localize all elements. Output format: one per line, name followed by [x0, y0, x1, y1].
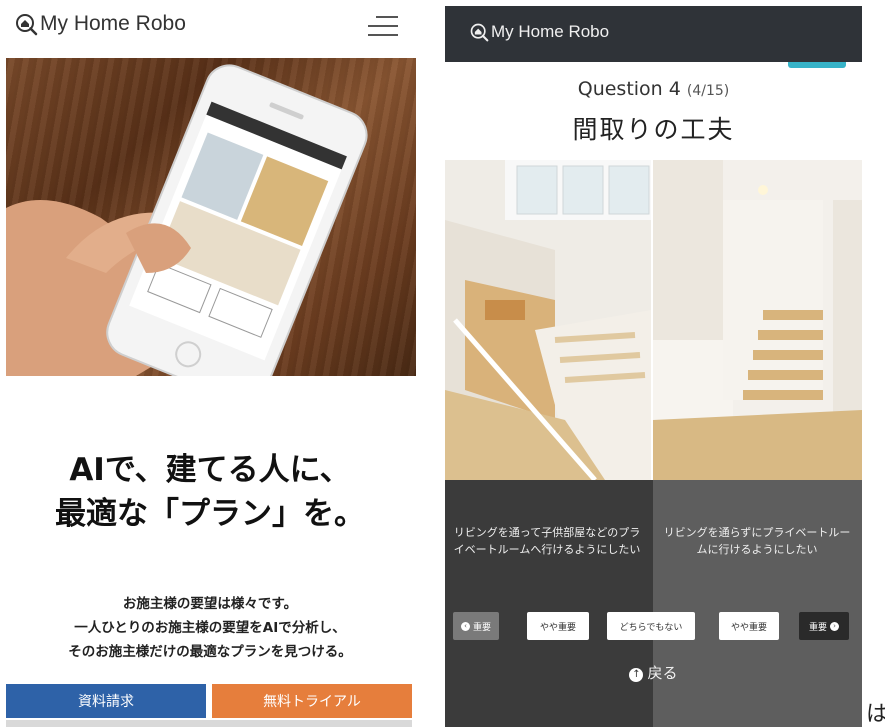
scale-somewhat-b-button[interactable]: やや重要 — [719, 612, 779, 640]
hero-image — [6, 58, 416, 376]
scale-important-b-button[interactable]: 重要 › — [799, 612, 849, 640]
question-label: Question 4 — [577, 78, 681, 100]
site-header: My Home Robo — [0, 0, 420, 56]
option-a-panel[interactable] — [445, 480, 653, 727]
brand-name: My Home Robo — [40, 12, 186, 35]
free-trial-button[interactable]: 無料トライアル — [212, 684, 412, 718]
preference-scale: ‹ 重要 やや重要 どちらでもない やや重要 重要 › — [445, 612, 862, 642]
headline-line-2: 最適な「プラン」を。 — [55, 496, 365, 532]
headline-line-1: AIで、建てる人に、 — [69, 452, 351, 488]
brand-logo[interactable]: My Home Robo — [14, 12, 186, 36]
back-label: 戻る — [647, 664, 678, 682]
desc-line-3: そのお施主様だけの最適なプランを見つける。 — [68, 644, 352, 660]
chevron-right-icon: › — [830, 621, 839, 631]
screenshot-stage: My Home Robo AIで、建てる人に、 最適な「プラン」を。 お施主様の… — [0, 0, 885, 727]
scale-neutral-button[interactable]: どちらでもない — [607, 612, 695, 640]
menu-icon[interactable] — [368, 14, 398, 38]
horizontal-scrollbar[interactable] — [6, 720, 412, 727]
phone-in-hand-illustration — [6, 64, 368, 376]
scale-label: やや重要 — [730, 622, 767, 633]
question-title: Question 4 (4/15) — [445, 78, 862, 100]
staircase-hallway-image — [653, 160, 862, 480]
app-header: My Home Robo — [445, 6, 862, 62]
scale-label: 重要 — [472, 622, 491, 633]
desc-line-2: 一人ひとりのお施主様の要望をAIで分析し、 — [74, 620, 346, 636]
cta-row: 資料請求 無料トライアル — [6, 684, 412, 718]
option-b-photo[interactable] — [653, 160, 862, 480]
option-b-text: リビングを通らずにプライベートルームに行けるようにしたい — [663, 526, 851, 556]
option-b-panel[interactable] — [653, 480, 862, 727]
stray-character: は — [866, 702, 885, 727]
house-magnifier-icon — [16, 14, 38, 36]
landing-screen: My Home Robo AIで、建てる人に、 最適な「プラン」を。 お施主様の… — [0, 0, 420, 727]
arrow-up-icon: ↑ — [629, 668, 644, 682]
scale-important-a-button[interactable]: ‹ 重要 — [453, 612, 499, 640]
scale-somewhat-a-button[interactable]: やや重要 — [527, 612, 589, 640]
house-magnifier-icon — [470, 23, 489, 42]
brand-name: My Home Robo — [491, 22, 610, 41]
question-screen: My Home Robo Question 4 (4/15) 間取りの工夫 リビ… — [445, 6, 862, 727]
question-progress: (4/15) — [686, 83, 730, 99]
desc-line-1: お施主様の要望は様々です。 — [122, 596, 298, 612]
brand-logo[interactable]: My Home Robo — [469, 22, 609, 42]
request-materials-button[interactable]: 資料請求 — [6, 684, 206, 718]
scale-label: 重要 — [808, 622, 827, 633]
option-a-text: リビングを通って子供部屋などのプライベートルームへ行けるようにしたい — [453, 526, 641, 556]
chevron-left-icon: ‹ — [460, 621, 470, 631]
back-button[interactable]: ↑ 戻る — [445, 662, 862, 683]
main-headline: AIで、建てる人に、 最適な「プラン」を。 — [0, 448, 420, 536]
option-a-photo[interactable] — [445, 160, 651, 480]
menu-tab[interactable] — [788, 62, 846, 68]
scale-label: やや重要 — [539, 622, 576, 633]
description: お施主様の要望は様々です。 一人ひとりのお施主様の要望をAIで分析し、 そのお施… — [0, 592, 420, 664]
scale-label: どちらでもない — [619, 622, 683, 633]
question-heading: 間取りの工夫 — [572, 115, 735, 144]
stairwell-interior-image — [445, 160, 651, 480]
